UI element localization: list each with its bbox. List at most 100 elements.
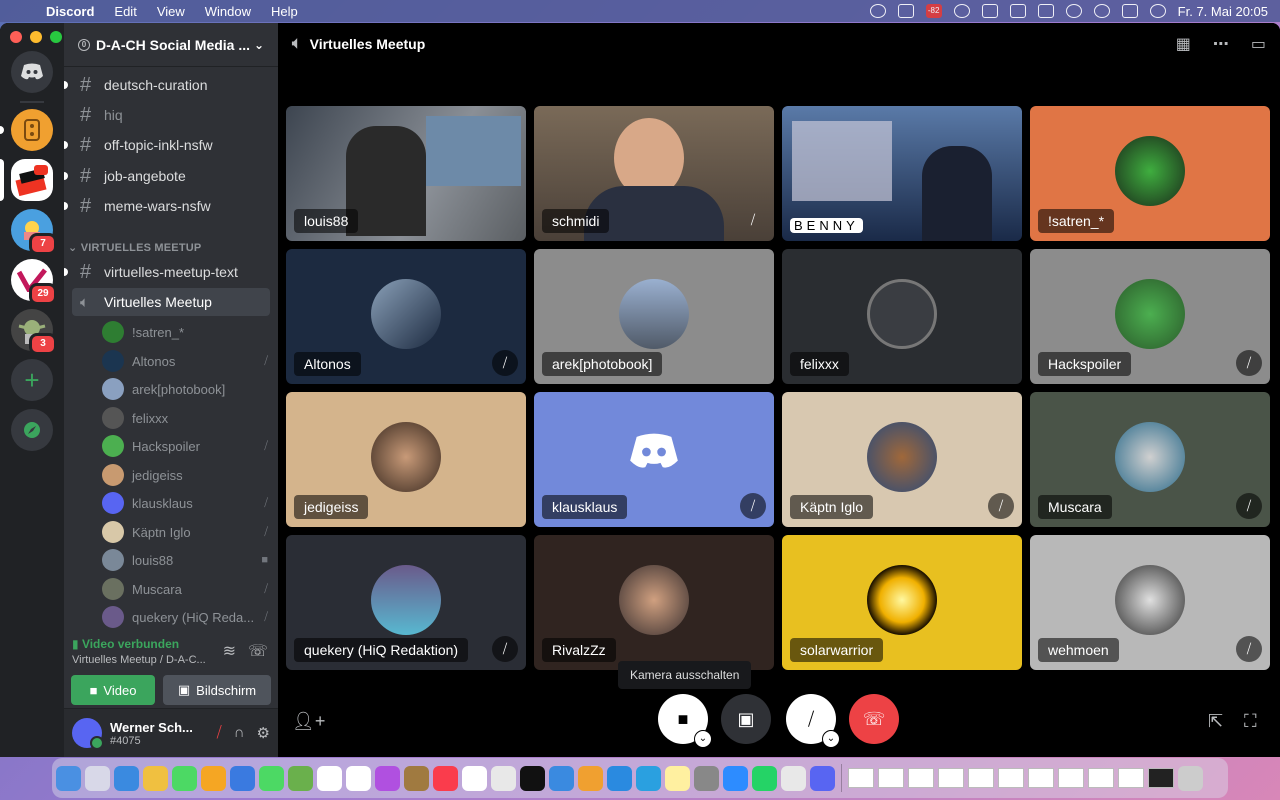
document-icon[interactable] bbox=[1148, 768, 1174, 788]
voice-user[interactable]: louis88 ■ bbox=[102, 547, 268, 573]
menu-edit[interactable]: Edit bbox=[104, 4, 146, 19]
disconnect-button[interactable]: ☏ bbox=[849, 694, 899, 744]
video-tile[interactable]: BENNY bbox=[782, 106, 1022, 241]
camera-toggle-button[interactable]: ■ ⌄ bbox=[658, 694, 712, 748]
inbox-icon[interactable]: ▭ bbox=[1251, 34, 1266, 54]
launchpad-icon[interactable] bbox=[85, 765, 110, 791]
video-tile[interactable]: jedigeiss bbox=[286, 392, 526, 527]
guild-header[interactable]: 0 D-A-CH Social Media ... ⌄ bbox=[64, 23, 278, 67]
headphones-icon[interactable]: ∩ bbox=[234, 724, 245, 742]
document-icon[interactable] bbox=[908, 768, 934, 788]
channel-off-topic[interactable]: # off-topic-inkl-nsfw bbox=[64, 131, 270, 159]
play-icon[interactable] bbox=[953, 4, 970, 18]
maps-icon[interactable] bbox=[288, 765, 313, 791]
music-icon[interactable] bbox=[433, 765, 458, 791]
calendar-icon[interactable] bbox=[317, 765, 342, 791]
channel-deutsch-curation[interactable]: # deutsch-curation bbox=[64, 71, 270, 99]
menu-view[interactable]: View bbox=[147, 4, 195, 19]
facetime-icon[interactable] bbox=[259, 765, 284, 791]
numbers-icon[interactable] bbox=[491, 765, 516, 791]
minimize-window-button[interactable] bbox=[30, 31, 42, 43]
close-window-button[interactable] bbox=[10, 31, 22, 43]
notes-icon[interactable] bbox=[665, 765, 690, 791]
fullscreen-icon[interactable]: ⛶ bbox=[1244, 711, 1257, 732]
grid-layout-icon[interactable]: ▦ bbox=[1176, 34, 1191, 54]
server-icon-v[interactable]: 29 bbox=[11, 259, 57, 305]
channel-hiq[interactable]: # hiq bbox=[72, 101, 270, 129]
document-icon[interactable] bbox=[968, 768, 994, 788]
keynote-icon[interactable] bbox=[549, 765, 574, 791]
textedit-icon[interactable] bbox=[781, 765, 806, 791]
zoom-window-button[interactable] bbox=[50, 31, 62, 43]
notification-badge-icon[interactable]: -82 bbox=[925, 4, 942, 18]
mail-icon[interactable] bbox=[230, 765, 255, 791]
video-tile[interactable]: Käptn Iglo ⧸ bbox=[782, 392, 1022, 527]
search-icon[interactable] bbox=[1093, 4, 1110, 18]
gear-icon[interactable]: ⚙ bbox=[257, 724, 270, 742]
video-tile[interactable]: Hackspoiler ⧸ bbox=[1030, 249, 1270, 384]
document-icon[interactable] bbox=[1088, 768, 1114, 788]
channel-virtuelles-meetup-text[interactable]: # virtuelles-meetup-text bbox=[64, 258, 270, 286]
messages-icon[interactable] bbox=[172, 765, 197, 791]
video-tile[interactable]: arek[photobook] bbox=[534, 249, 774, 384]
voice-user[interactable]: felixxx bbox=[102, 405, 268, 431]
mute-toggle-button[interactable]: ⧸ ⌄ bbox=[786, 694, 840, 748]
video-tile[interactable]: louis88 bbox=[286, 106, 526, 241]
whatsapp-icon[interactable] bbox=[752, 765, 777, 791]
video-tile[interactable]: klausklaus ⧸ bbox=[534, 392, 774, 527]
menu-window[interactable]: Window bbox=[195, 4, 261, 19]
settings-icon[interactable] bbox=[694, 765, 719, 791]
safari-icon[interactable] bbox=[114, 765, 139, 791]
video-button[interactable]: ■ Video bbox=[71, 675, 155, 705]
zoom-icon[interactable] bbox=[897, 4, 914, 18]
video-tile[interactable]: !satren_* bbox=[1030, 106, 1270, 241]
discord-icon[interactable] bbox=[810, 765, 835, 791]
telegram-icon[interactable] bbox=[636, 765, 661, 791]
reminders-icon[interactable] bbox=[346, 765, 371, 791]
menu-app-name[interactable]: Discord bbox=[36, 4, 104, 19]
chrome-icon[interactable] bbox=[462, 765, 487, 791]
voice-user[interactable]: arek[photobook] bbox=[102, 376, 268, 402]
document-icon[interactable] bbox=[938, 768, 964, 788]
zoom-icon[interactable] bbox=[723, 765, 748, 791]
podcasts-icon[interactable] bbox=[375, 765, 400, 791]
video-tile[interactable]: quekery (HiQ Redaktion) ⧸ bbox=[286, 535, 526, 670]
app-icon[interactable] bbox=[404, 765, 429, 791]
video-tile[interactable]: solarwarrior bbox=[782, 535, 1022, 670]
screen-share-toggle-button[interactable]: ▣ bbox=[721, 694, 771, 744]
voice-user[interactable]: Käptn Iglo ⧸ bbox=[102, 519, 268, 545]
document-icon[interactable] bbox=[1058, 768, 1084, 788]
control-center-icon[interactable] bbox=[1121, 4, 1138, 18]
server-icon-yoda[interactable]: 3 bbox=[11, 309, 57, 355]
more-options-icon[interactable]: ⋯ bbox=[1213, 34, 1229, 54]
wifi-icon[interactable] bbox=[1065, 4, 1082, 18]
menubar-clock[interactable]: Fr. 7. Mai 20:05 bbox=[1178, 4, 1268, 19]
home-discord-icon[interactable] bbox=[11, 51, 53, 93]
siri-icon[interactable] bbox=[1149, 4, 1166, 18]
add-person-icon[interactable]: 👤︎+ bbox=[292, 711, 325, 732]
chevron-down-icon[interactable]: ⌄ bbox=[822, 730, 840, 748]
voice-user[interactable]: Muscara ⧸ bbox=[102, 576, 268, 602]
voice-user[interactable]: klausklaus ⧸ bbox=[102, 490, 268, 516]
video-tile[interactable]: felixxx bbox=[782, 249, 1022, 384]
video-tile[interactable]: Muscara ⧸ bbox=[1030, 392, 1270, 527]
avatar[interactable] bbox=[72, 718, 104, 750]
app-icon[interactable] bbox=[201, 765, 226, 791]
video-tile[interactable]: wehmoen ⧸ bbox=[1030, 535, 1270, 670]
user-names[interactable]: Werner Sch... #4075 bbox=[110, 720, 193, 747]
server-icon-sun[interactable]: 7 bbox=[11, 209, 57, 255]
document-icon[interactable] bbox=[878, 768, 904, 788]
voice-user[interactable]: !satren_* bbox=[102, 319, 268, 345]
add-server-icon[interactable]: + bbox=[11, 359, 53, 401]
video-tile[interactable]: RivalzZz bbox=[534, 535, 774, 670]
channel-job-angebote[interactable]: # job-angebote bbox=[64, 162, 270, 190]
menu-help[interactable]: Help bbox=[261, 4, 308, 19]
app-store-icon[interactable] bbox=[607, 765, 632, 791]
document-icon[interactable] bbox=[1118, 768, 1144, 788]
volume-icon[interactable] bbox=[1009, 4, 1026, 18]
channel-meme-wars[interactable]: # meme-wars-nsfw bbox=[64, 192, 270, 220]
document-icon[interactable] bbox=[1028, 768, 1054, 788]
disconnect-icon[interactable]: ☏ bbox=[248, 641, 268, 661]
video-tile[interactable]: schmidi ⧸ bbox=[534, 106, 774, 241]
photos-icon[interactable] bbox=[143, 765, 168, 791]
